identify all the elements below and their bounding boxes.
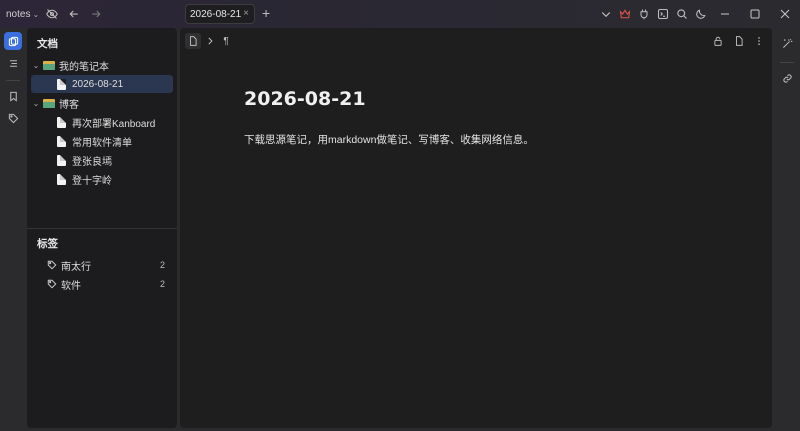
notebook-icon	[43, 98, 55, 108]
doc-item[interactable]: 常用软件清单	[31, 132, 173, 150]
maximize-button[interactable]	[740, 0, 770, 28]
notebook-item[interactable]: ⌄ 博客	[31, 94, 173, 112]
plugin-icon[interactable]	[634, 5, 653, 23]
search-icon[interactable]	[672, 5, 691, 23]
tag-item[interactable]: 南太行 2	[47, 257, 167, 273]
file-icon	[57, 154, 66, 166]
chevron-down-icon[interactable]: ⌄	[31, 99, 41, 108]
eye-off-icon[interactable]	[43, 5, 61, 23]
bookmark-icon[interactable]	[4, 87, 22, 105]
title-bar: notes ⌄ 2026-08-21 × +	[0, 0, 800, 28]
tag-label: 软件	[61, 280, 81, 292]
tab-label: 2026-08-21	[190, 8, 242, 20]
back-icon[interactable]	[65, 5, 83, 23]
paragraph-icon[interactable]: ¶	[218, 33, 234, 49]
outline-icon[interactable]	[4, 54, 22, 72]
editor-pane: ¶ 2026-08-21 下载思源笔记，用markdown做笔记、写博客、收集网…	[180, 28, 772, 428]
close-icon[interactable]: ×	[243, 8, 249, 19]
right-dock	[774, 28, 800, 431]
chevron-down-icon[interactable]: ⌄	[31, 61, 41, 70]
close-window-button[interactable]	[770, 0, 800, 28]
tag-count: 2	[159, 279, 165, 289]
doc-item[interactable]: 登十字岭	[31, 170, 173, 188]
tags-title: 标签	[37, 238, 58, 250]
magic-wand-icon[interactable]	[778, 34, 796, 52]
editor-toolbar: ¶	[180, 28, 772, 54]
terminal-icon[interactable]	[653, 5, 672, 23]
tag-label: 南太行	[61, 261, 91, 273]
workspace-name: notes	[6, 8, 31, 20]
doc-label: 登张良墕	[72, 156, 112, 168]
document-body[interactable]: 下载思源笔记，用markdown做笔记、写博客、收集网络信息。	[244, 132, 534, 147]
tag-count: 2	[159, 260, 165, 270]
tag-icon	[47, 260, 57, 270]
doc-label: 登十字岭	[72, 175, 112, 187]
notebook-icon	[43, 60, 55, 70]
docs-icon[interactable]	[4, 32, 22, 50]
doc-item[interactable]: 2026-08-21	[31, 75, 173, 93]
file-icon	[57, 173, 66, 185]
doc-label: 2026-08-21	[72, 78, 124, 90]
new-tab-icon[interactable]: +	[262, 5, 270, 21]
doc-item[interactable]: 再次部署Kanboard	[31, 113, 173, 131]
doc-item[interactable]: 登张良墕	[31, 151, 173, 169]
doc-info-icon[interactable]	[185, 33, 201, 49]
crown-icon[interactable]	[615, 5, 634, 23]
tag-icon[interactable]	[4, 109, 22, 127]
notebook-label: 我的笔记本	[59, 61, 109, 73]
chevron-down-icon: ⌄	[32, 9, 40, 19]
notebook-label: 博客	[59, 99, 79, 111]
more-icon[interactable]	[751, 33, 767, 49]
lock-icon[interactable]	[710, 33, 726, 49]
file-icon	[57, 78, 66, 90]
left-ribbon	[0, 28, 26, 431]
minimize-button[interactable]	[710, 0, 740, 28]
sidebar-divider	[27, 228, 177, 229]
notebook-item[interactable]: ⌄ 我的笔记本	[31, 56, 173, 74]
file-icon	[57, 116, 66, 128]
moon-icon[interactable]	[691, 5, 710, 23]
link-icon[interactable]	[778, 69, 796, 87]
doc-label: 常用软件清单	[72, 137, 132, 149]
file-icon[interactable]	[731, 33, 747, 49]
file-icon	[57, 135, 66, 147]
document-title[interactable]: 2026-08-21	[244, 88, 366, 110]
forward-icon[interactable]	[87, 5, 105, 23]
sidebar: 文档 ⌄ 我的笔记本 2026-08-21 ⌄ 博客 再次部署Kanboard …	[27, 28, 177, 428]
doc-label: 再次部署Kanboard	[72, 118, 156, 130]
docs-title: 文档	[37, 38, 58, 50]
dock-divider	[780, 62, 794, 63]
tag-icon	[47, 279, 57, 289]
ribbon-divider	[6, 80, 20, 81]
chevron-down-icon[interactable]	[596, 5, 615, 23]
workspace-switcher[interactable]: notes ⌄	[6, 9, 39, 20]
tab-document[interactable]: 2026-08-21 ×	[185, 4, 255, 24]
chevron-right-icon[interactable]	[202, 33, 218, 49]
tag-item[interactable]: 软件 2	[47, 276, 167, 292]
